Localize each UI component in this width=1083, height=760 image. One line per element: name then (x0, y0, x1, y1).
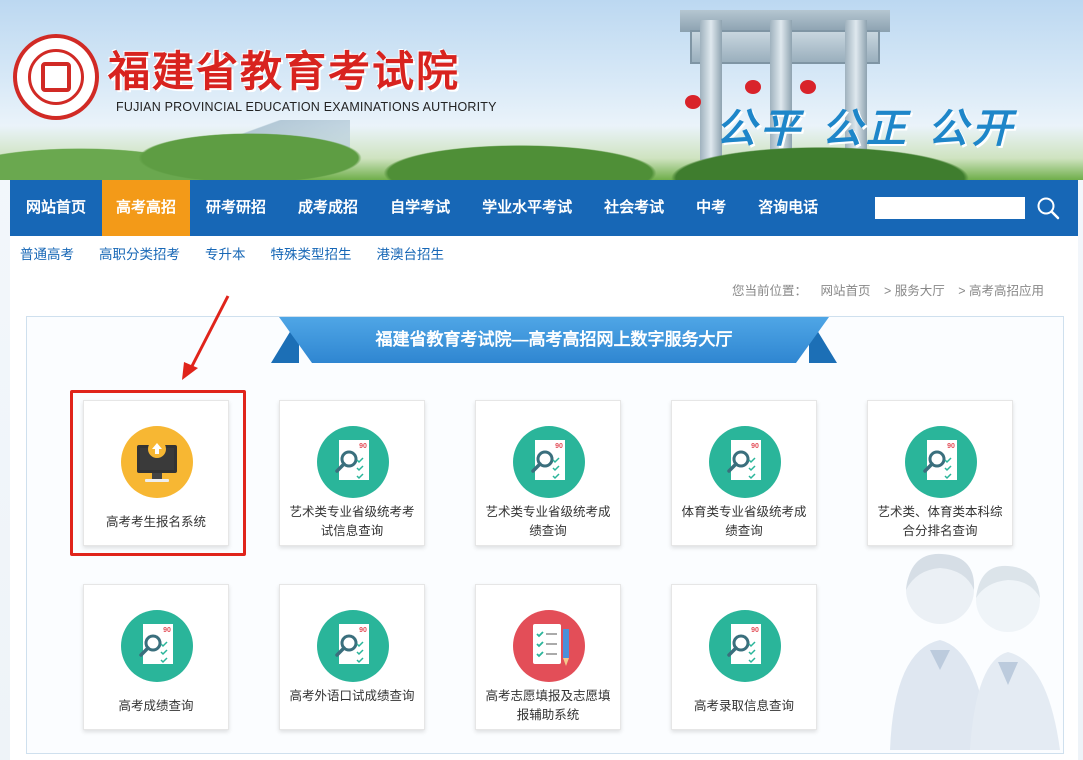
breadcrumb-current[interactable]: > 高考高招应用 (958, 284, 1044, 298)
monitor-upload-icon (121, 426, 193, 498)
hall-title: 福建省教育考试院—高考高招网上数字服务大厅 (279, 317, 829, 363)
nav-item-xueye[interactable]: 学业水平考试 (466, 180, 588, 236)
nav-item-chengkao[interactable]: 成考成招 (282, 180, 374, 236)
subnav-item-gaozhi[interactable]: 高职分类招考 (99, 243, 180, 263)
slogan: 公平 公正 公开 (716, 105, 1016, 152)
score-sheet-icon: 90 (905, 426, 977, 498)
svg-text:90: 90 (751, 627, 759, 634)
nav-item-gaokao[interactable]: 高考高招 (102, 180, 191, 236)
card-composite-ranking[interactable]: 90 艺术类、体育类本科综合分排名查询 (867, 400, 1013, 546)
score-sheet-icon: 90 (709, 610, 781, 682)
logo-seal-icon (13, 34, 99, 120)
score-sheet-icon: 90 (317, 610, 389, 682)
nav-item-phone[interactable]: 咨询电话 (742, 180, 834, 236)
card-label: 高考成绩查询 (118, 699, 194, 713)
card-gaokao-score[interactable]: 90 高考成绩查询 (83, 584, 229, 730)
svg-text:90: 90 (359, 443, 367, 450)
card-label: 艺术类专业省级统考考试信息查询 (289, 505, 415, 538)
card-admission-info[interactable]: 90 高考录取信息查询 (671, 584, 817, 730)
site-title: 福建省教育考试院 (108, 47, 461, 96)
header-banner: 福建省教育考试院 FUJIAN PROVINCIAL EDUCATION EXA… (0, 0, 1083, 180)
svg-text:90: 90 (163, 627, 171, 634)
subnav-item-zhuanshengben[interactable]: 专升本 (205, 243, 246, 263)
search-input[interactable] (875, 197, 1025, 219)
breadcrumb-home[interactable]: 网站首页 (820, 284, 870, 298)
nav-item-zixue[interactable]: 自学考试 (374, 180, 466, 236)
subnav-item-putong[interactable]: 普通高考 (20, 243, 74, 263)
card-art-score[interactable]: 90 艺术类专业省级统考成绩查询 (475, 400, 621, 546)
search-icon[interactable] (1034, 194, 1062, 222)
card-label: 体育类专业省级统考成绩查询 (681, 505, 807, 538)
breadcrumb: 您当前位置： 网站首页 > 服务大厅 > 高考高招应用 (722, 280, 1044, 299)
nav-item-home[interactable]: 网站首页 (10, 180, 102, 236)
svg-text:90: 90 (555, 443, 563, 450)
card-volunteer-system[interactable]: 高考志愿填报及志愿填报辅助系统 (475, 584, 621, 730)
breadcrumb-prefix: 您当前位置： (731, 284, 807, 298)
nav-item-yankao[interactable]: 研考研招 (190, 180, 282, 236)
customer-service-mascot-icon (880, 540, 1070, 750)
card-registration[interactable]: 高考考生报名系统 (83, 400, 229, 546)
main-nav: 网站首页 高考高招 研考研招 成考成招 自学考试 学业水平考试 社会考试 中考 … (10, 180, 1078, 236)
card-label: 高考志愿填报及志愿填报辅助系统 (485, 689, 611, 722)
svg-text:90: 90 (947, 443, 955, 450)
svg-text:90: 90 (359, 627, 367, 634)
subnav-item-gangaotai[interactable]: 港澳台招生 (377, 243, 445, 263)
score-sheet-icon: 90 (317, 426, 389, 498)
nav-item-shehui[interactable]: 社会考试 (588, 180, 680, 236)
card-label: 高考录取信息查询 (693, 699, 794, 713)
card-label: 高考外语口试成绩查询 (289, 689, 415, 703)
svg-text:90: 90 (751, 443, 759, 450)
nav-item-zhongkao[interactable]: 中考 (680, 180, 742, 236)
card-art-exam-info[interactable]: 90 艺术类专业省级统考考试信息查询 (279, 400, 425, 546)
card-label: 高考考生报名系统 (105, 515, 206, 529)
subnav-item-teshu[interactable]: 特殊类型招生 (271, 243, 352, 263)
score-sheet-icon: 90 (121, 610, 193, 682)
card-label: 艺术类、体育类本科综合分排名查询 (877, 505, 1003, 538)
checklist-pencil-icon (513, 610, 585, 682)
card-sports-score[interactable]: 90 体育类专业省级统考成绩查询 (671, 400, 817, 546)
annotation-arrow-icon (182, 295, 230, 380)
score-sheet-icon: 90 (709, 426, 781, 498)
score-sheet-icon: 90 (513, 426, 585, 498)
site-subtitle: FUJIAN PROVINCIAL EDUCATION EXAMINATIONS… (116, 100, 497, 114)
card-oral-score[interactable]: 90 高考外语口试成绩查询 (279, 584, 425, 730)
card-label: 艺术类专业省级统考成绩查询 (485, 505, 611, 538)
sub-nav: 普通高考 高职分类招考 专升本 特殊类型招生 港澳台招生 (10, 236, 1078, 270)
breadcrumb-hall[interactable]: > 服务大厅 (884, 284, 945, 298)
